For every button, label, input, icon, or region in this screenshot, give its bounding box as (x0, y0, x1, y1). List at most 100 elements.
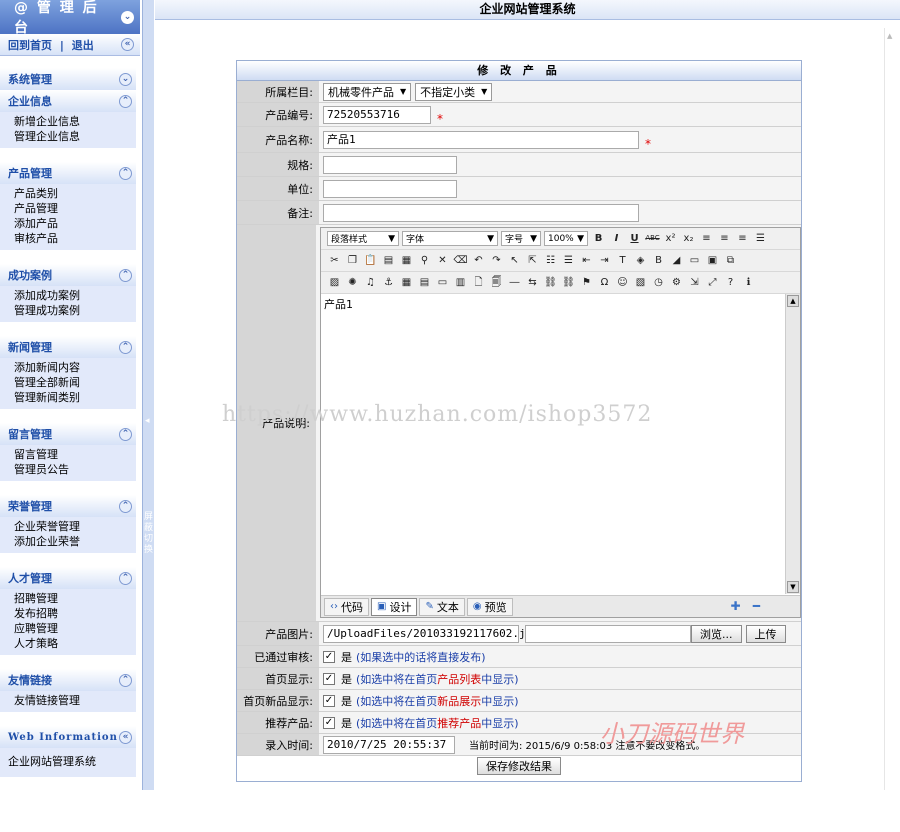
textarea-icon[interactable]: ▥ (453, 275, 468, 290)
sidebar-item[interactable]: 产品类别 (14, 186, 136, 201)
sidebar-item[interactable]: 新增企业信息 (14, 114, 136, 129)
subscript-icon[interactable]: x₂ (681, 231, 696, 246)
tab-text[interactable]: ✎ 文本 (419, 597, 465, 616)
collapse-all-icon[interactable]: ⌄ (121, 10, 134, 24)
collapse-icon[interactable]: ⌃ (119, 427, 132, 441)
sidebar-item[interactable]: 产品管理 (14, 201, 136, 216)
outdent-icon[interactable]: ⇤ (579, 253, 594, 268)
remark-input[interactable] (323, 203, 639, 222)
approved-checkbox[interactable]: ✓ (323, 650, 335, 663)
tab-design[interactable]: ▣ 设计 (371, 597, 418, 616)
align-right-icon[interactable]: ≡ (735, 231, 750, 246)
file-picker-input[interactable] (525, 624, 691, 643)
tab-preview[interactable]: ◉ 预览 (466, 597, 513, 616)
sidebar-item[interactable]: 管理成功案例 (14, 303, 136, 318)
unlink-icon[interactable]: ⛓ (561, 275, 576, 290)
superscript-icon[interactable]: x² (663, 231, 678, 246)
editor-content[interactable]: 产品1 ▲ ▼ (321, 294, 800, 594)
frame-icon[interactable]: ▭ (687, 253, 702, 268)
find-icon[interactable]: ⚲ (417, 253, 432, 268)
unit-input[interactable] (323, 179, 457, 198)
collapse-icon[interactable]: ⌃ (119, 166, 132, 180)
sidebar-group-header[interactable]: 荣誉管理 ⌃ (0, 495, 136, 517)
splitter-label[interactable]: 屏蔽切换 (144, 512, 154, 556)
home-show-checkbox[interactable]: ✓ (323, 672, 335, 685)
sidebar-splitter[interactable]: ◂ 屏蔽切换 (142, 0, 154, 790)
collapse-icon[interactable]: ⌃ (119, 340, 132, 354)
sidebar-item[interactable]: 管理员公告 (14, 462, 136, 477)
upload-button[interactable]: 上传 (745, 624, 786, 643)
preview-icon[interactable]: ⇲ (687, 275, 702, 290)
date-icon[interactable]: ▧ (633, 275, 648, 290)
sidebar-item[interactable]: 友情链接管理 (14, 693, 136, 708)
maximize-icon[interactable]: ⤢ (705, 275, 720, 290)
product-code-input[interactable]: 72520553716 (323, 105, 431, 124)
undo-icon[interactable]: ↶ (471, 253, 486, 268)
sidebar-item[interactable]: 应聘管理 (14, 621, 136, 636)
file-icon[interactable]: 🗋 (471, 275, 486, 290)
eraser-icon[interactable]: ⌫ (453, 253, 468, 268)
double-chevron-left-icon[interactable]: « (121, 38, 134, 51)
marquee-icon[interactable]: ⇆ (525, 275, 540, 290)
sidebar-group-header[interactable]: 友情链接 ⌃ (0, 669, 136, 691)
editor-scrollbar[interactable]: ▲ ▼ (785, 294, 800, 594)
sidebar-item[interactable]: 留言管理 (14, 447, 136, 462)
select-pointer-icon[interactable]: ↖ (507, 253, 522, 268)
sidebar-item[interactable]: 企业荣誉管理 (14, 519, 136, 534)
delete-icon[interactable]: ✕ (435, 253, 450, 268)
align-left-icon[interactable]: ≡ (699, 231, 714, 246)
template-icon[interactable]: 🗐 (489, 275, 504, 290)
unordered-list-icon[interactable]: ☰ (561, 253, 576, 268)
collapse-icon[interactable]: ⌃ (119, 499, 132, 513)
sidebar-group-header[interactable]: 成功案例 ⌃ (0, 264, 136, 286)
sidebar-item[interactable]: 添加产品 (14, 216, 136, 231)
paste-text-icon[interactable]: ▤ (381, 253, 396, 268)
settings-icon[interactable]: ⚙ (669, 275, 684, 290)
sidebar-item[interactable]: 发布招聘 (14, 606, 136, 621)
sidebar-item[interactable]: 添加新闻内容 (14, 360, 136, 375)
sidebar-item[interactable]: 添加企业荣誉 (14, 534, 136, 549)
scroll-up-icon[interactable]: ▲ (887, 32, 892, 40)
page-scrollbar[interactable]: ▲ (884, 28, 896, 790)
bold-icon[interactable]: B (591, 231, 606, 246)
emoticon-icon[interactable]: ☺ (615, 275, 630, 290)
italic-icon[interactable]: I (609, 231, 624, 246)
anchor-icon[interactable]: ⚓ (381, 275, 396, 290)
tab-code[interactable]: ‹› 代码 (324, 597, 369, 616)
minus-icon[interactable]: ━ (753, 599, 760, 613)
home-link[interactable]: 回到首页 (8, 39, 52, 52)
copy-icon[interactable]: ❐ (345, 253, 360, 268)
image-path-input[interactable]: /UploadFiles/201033192117602.jp (323, 624, 532, 643)
sidebar-group-header[interactable]: 人才管理 ⌃ (0, 567, 136, 589)
sidebar-item[interactable]: 人才策略 (14, 636, 136, 651)
subcategory-select[interactable]: 不指定小类 ▼ (415, 82, 493, 101)
paste-word-icon[interactable]: ▦ (399, 253, 414, 268)
sidebar-group-header[interactable]: Web Information « (0, 726, 136, 748)
home-new-checkbox[interactable]: ✓ (323, 694, 335, 707)
text-color-icon[interactable]: T (615, 253, 630, 268)
collapse-icon[interactable]: ⌃ (119, 673, 132, 687)
flash-icon[interactable]: ✺ (345, 275, 360, 290)
entry-time-input[interactable]: 2010/7/25 20:55:37 (323, 735, 455, 754)
hr-icon[interactable]: ― (507, 275, 522, 290)
font-size-select[interactable]: 字号 ▼ (501, 231, 541, 246)
form-icon[interactable]: ▤ (417, 275, 432, 290)
align-center-icon[interactable]: ≡ (717, 231, 732, 246)
collapse-icon[interactable]: ⌃ (119, 94, 132, 108)
sidebar-group-header[interactable]: 系统管理 ⌄ (0, 68, 136, 90)
scroll-down-icon[interactable]: ▼ (787, 581, 799, 593)
background-color-icon[interactable]: B (651, 253, 666, 268)
sidebar-group-header[interactable]: 企业信息 ⌃ (0, 90, 136, 112)
info-icon[interactable]: ℹ (741, 275, 756, 290)
sidebar-item[interactable]: 添加成功案例 (14, 288, 136, 303)
redo-icon[interactable]: ↷ (489, 253, 504, 268)
category-select[interactable]: 机械零件产品 ▼ (323, 82, 412, 101)
absolute-position-icon[interactable]: ⇱ (525, 253, 540, 268)
cut-icon[interactable]: ✂ (327, 253, 342, 268)
bookmark-icon[interactable]: ⚑ (579, 275, 594, 290)
sidebar-item[interactable]: 管理企业信息 (14, 129, 136, 144)
window-icon[interactable]: ▣ (705, 253, 720, 268)
sidebar-group-header[interactable]: 产品管理 ⌃ (0, 162, 136, 184)
sidebar-item[interactable]: 管理新闻类别 (14, 390, 136, 405)
collapse-icon[interactable]: ⌃ (119, 268, 132, 282)
